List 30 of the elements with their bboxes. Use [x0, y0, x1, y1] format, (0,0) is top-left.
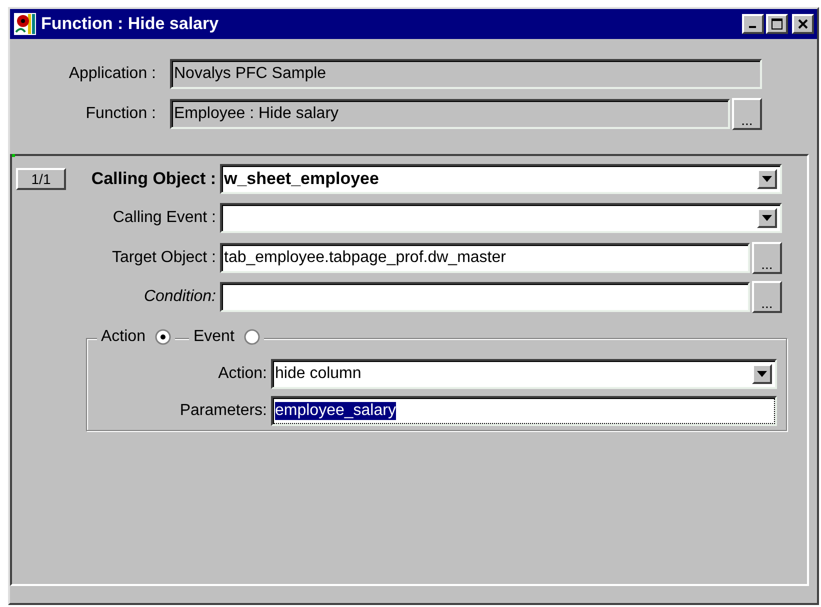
field-label: Calling Object :	[91, 169, 216, 189]
input-field[interactable]: tab_employee.tabpage_prof.dw_master	[220, 243, 750, 273]
browse-button[interactable]: ...	[732, 98, 762, 130]
dropdown-field[interactable]: w_sheet_employee	[220, 164, 782, 194]
radio-button[interactable]	[244, 329, 260, 345]
browse-button[interactable]: ...	[752, 281, 782, 313]
input-field[interactable]: Novalys PFC Sample	[170, 59, 762, 89]
minimize-icon[interactable]	[742, 14, 764, 34]
close-icon[interactable]	[792, 14, 814, 34]
indicator-icon	[12, 154, 15, 157]
record-counter-button[interactable]: 1/1	[16, 168, 66, 190]
browse-button[interactable]: ...	[752, 242, 782, 274]
field-label: Target Object :	[112, 249, 216, 267]
radio-button[interactable]	[155, 329, 172, 345]
field-label: Function :	[86, 105, 156, 123]
app-icon	[13, 12, 37, 36]
input-field[interactable]: Employee : Hide salary	[170, 99, 730, 129]
field-label: Parameters:	[180, 402, 267, 420]
window-title: Function : Hide salary	[41, 14, 220, 34]
field-label: Action:	[218, 365, 267, 383]
dropdown-field[interactable]: hide column	[271, 359, 777, 389]
input-field[interactable]: employee_salary	[271, 396, 777, 426]
input-field[interactable]	[220, 282, 750, 312]
maximize-icon[interactable]	[766, 14, 788, 34]
field-label: Application :	[68, 65, 156, 83]
field-label: Condition:	[144, 288, 216, 306]
radio-label: Action	[101, 328, 146, 346]
field-label: Calling Event :	[112, 209, 216, 227]
dropdown-field[interactable]	[220, 203, 782, 233]
radio-label: Event	[193, 328, 234, 346]
